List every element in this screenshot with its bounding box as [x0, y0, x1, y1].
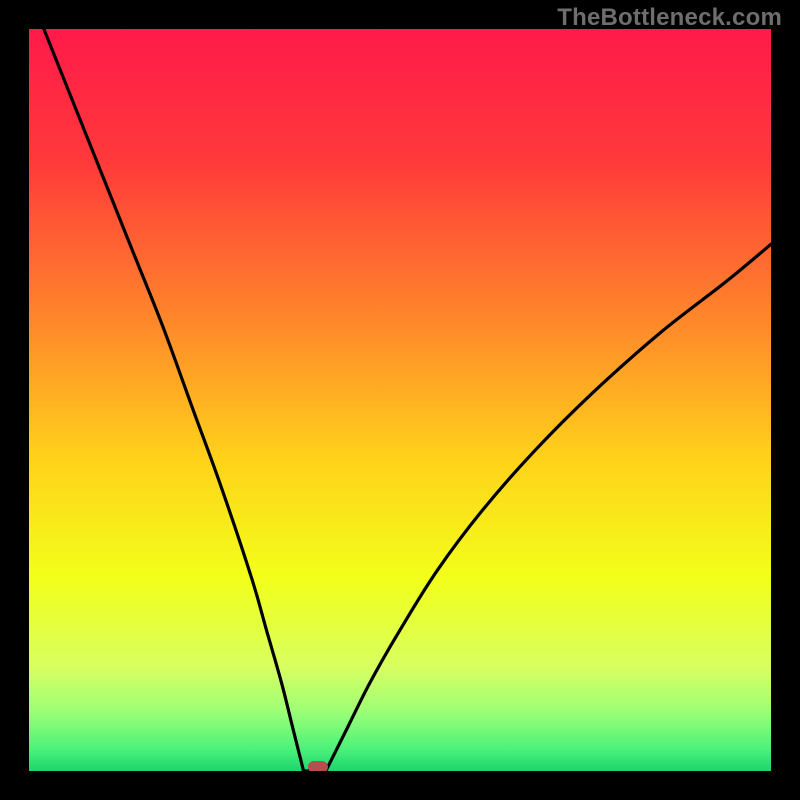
- watermark-text: TheBottleneck.com: [557, 4, 782, 32]
- chart-frame: TheBottleneck.com: [0, 0, 800, 800]
- bottleneck-curve: [29, 29, 771, 771]
- optimal-point-marker: [308, 761, 328, 771]
- plot-area: [29, 29, 771, 771]
